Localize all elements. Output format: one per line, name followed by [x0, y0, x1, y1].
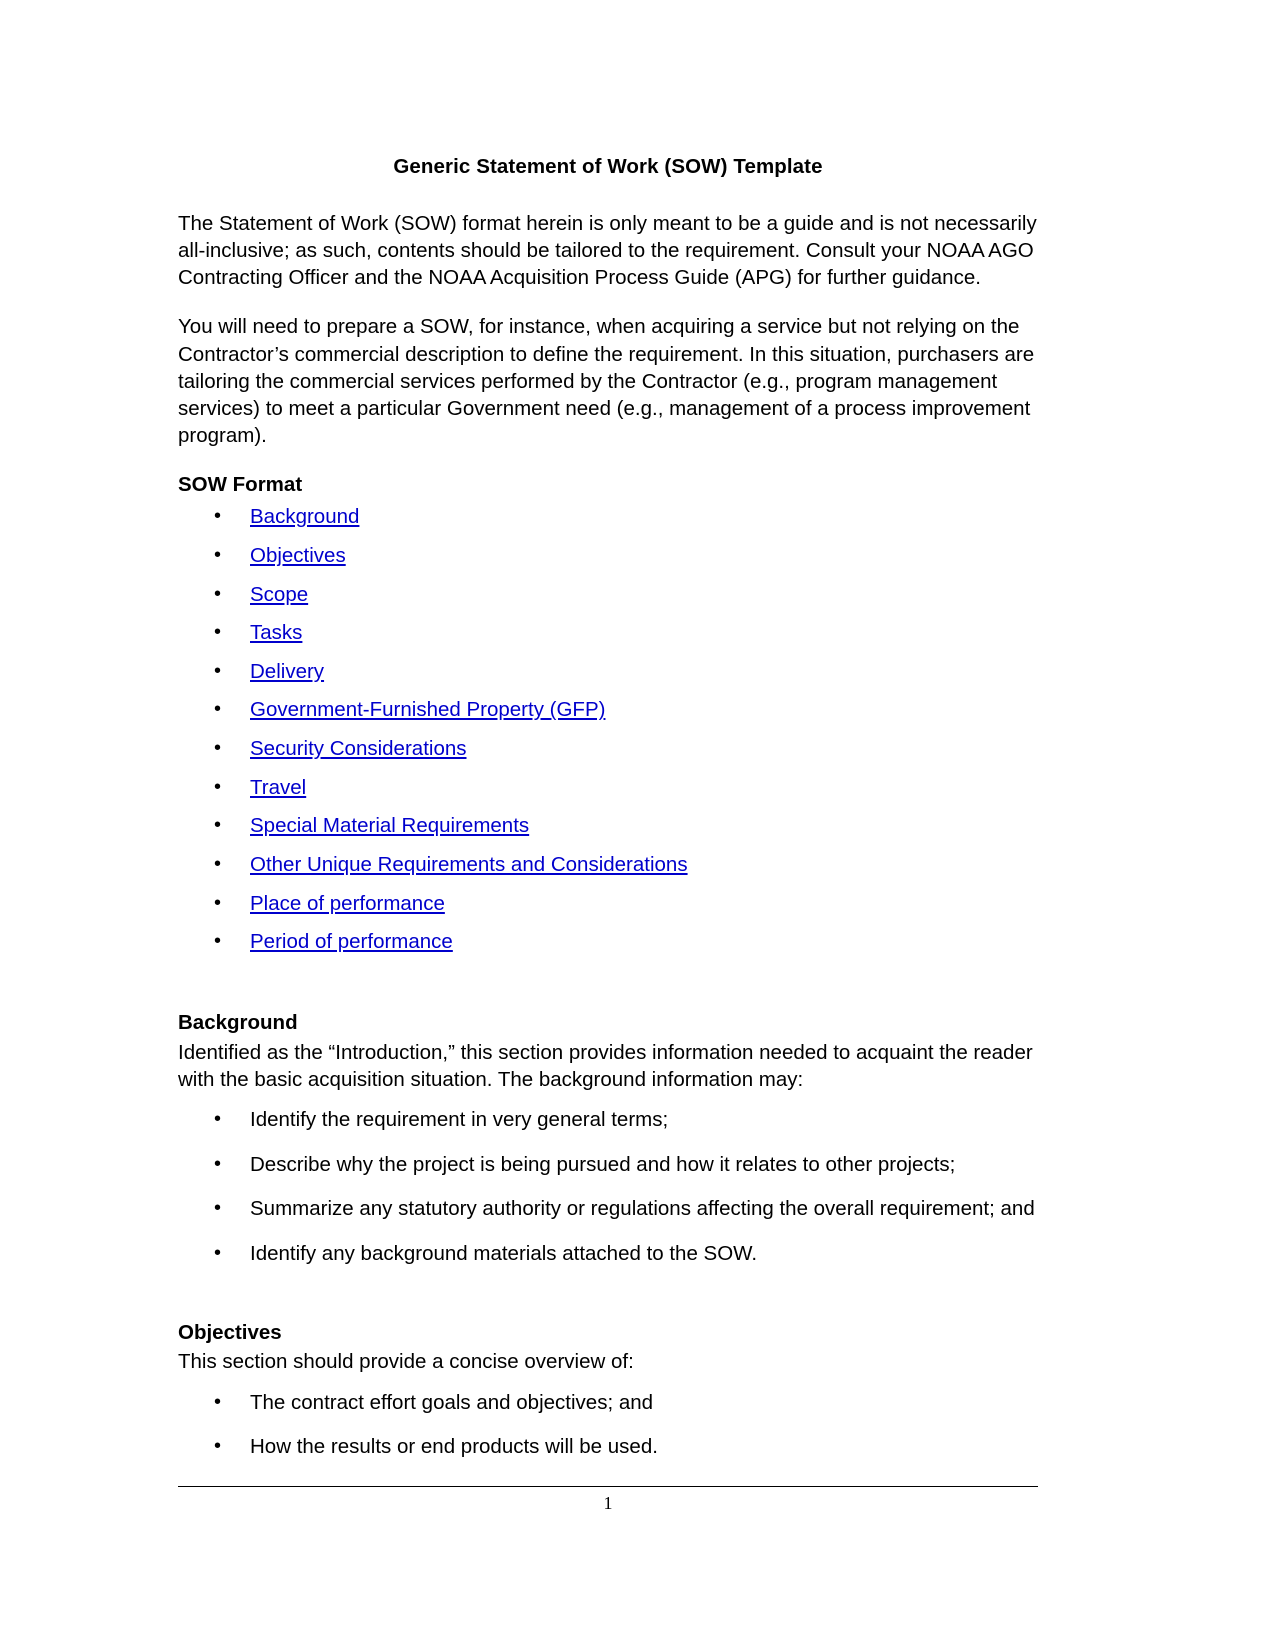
list-item: Identify the requirement in very general…	[178, 1106, 1038, 1134]
footer-divider	[178, 1486, 1038, 1487]
sow-link-scope[interactable]: Scope	[250, 583, 308, 606]
background-heading: Background	[178, 1010, 298, 1034]
list-item: The contract effort goals and objectives…	[178, 1389, 1038, 1417]
list-item: Identify any background materials attach…	[178, 1240, 1038, 1268]
sow-link-place-of-performance[interactable]: Place of performance	[250, 892, 445, 915]
sow-link-other-unique-requirements[interactable]: Other Unique Requirements and Considerat…	[250, 853, 688, 876]
sow-link-security-considerations[interactable]: Security Considerations	[250, 737, 467, 760]
sow-link-objectives[interactable]: Objectives	[250, 544, 346, 567]
page-title: Generic Statement of Work (SOW) Template	[393, 155, 823, 178]
sow-link-tasks[interactable]: Tasks	[250, 621, 302, 644]
sow-link-background[interactable]: Background	[250, 505, 359, 528]
sow-link-special-material-requirements[interactable]: Special Material Requirements	[250, 814, 529, 837]
footer-page-number: 1	[603, 1493, 613, 1513]
objectives-bullet-list: The contract effort goals and objectives…	[178, 1389, 1038, 1461]
sow-link-government-furnished-property[interactable]: Government-Furnished Property (GFP)	[250, 698, 605, 721]
list-item: Place of performance	[178, 890, 1038, 918]
objectives-body: This section should provide a concise ov…	[178, 1350, 634, 1374]
intro-paragraph-2: You will need to prepare a SOW, for inst…	[178, 315, 1035, 448]
list-item: Other Unique Requirements and Considerat…	[178, 851, 1038, 879]
list-item: How the results or end products will be …	[178, 1433, 1038, 1461]
list-item: Summarize any statutory authority or reg…	[178, 1195, 1038, 1223]
background-bullet-list: Identify the requirement in very general…	[178, 1106, 1038, 1268]
list-item: Scope	[178, 581, 1038, 609]
page-footer: 1	[178, 1486, 1038, 1515]
list-item: Objectives	[178, 542, 1038, 570]
list-item: Travel	[178, 774, 1038, 802]
list-item: Special Material Requirements	[178, 812, 1038, 840]
list-item: Tasks	[178, 619, 1038, 647]
sow-link-delivery[interactable]: Delivery	[250, 660, 324, 683]
objectives-heading: Objectives	[178, 1320, 282, 1344]
list-item: Period of performance	[178, 928, 1038, 956]
intro-paragraph-1: The Statement of Work (SOW) format herei…	[178, 211, 1037, 290]
sow-link-travel[interactable]: Travel	[250, 776, 306, 799]
list-item: Delivery	[178, 658, 1038, 686]
document-page: Generic Statement of Work (SOW) Template…	[0, 0, 1275, 1650]
background-body: Identified as the “Introduction,” this s…	[178, 1040, 1033, 1091]
document-content: Generic Statement of Work (SOW) Template…	[178, 155, 1038, 1479]
sow-link-period-of-performance[interactable]: Period of performance	[250, 930, 453, 953]
list-item: Government-Furnished Property (GFP)	[178, 696, 1038, 724]
sow-format-heading: SOW Format	[178, 472, 303, 496]
list-item: Describe why the project is being pursue…	[178, 1151, 1038, 1179]
list-item: Background	[178, 503, 1038, 531]
list-item: Security Considerations	[178, 735, 1038, 763]
sow-format-link-list: Background Objectives Scope Tasks Delive…	[178, 503, 1038, 956]
